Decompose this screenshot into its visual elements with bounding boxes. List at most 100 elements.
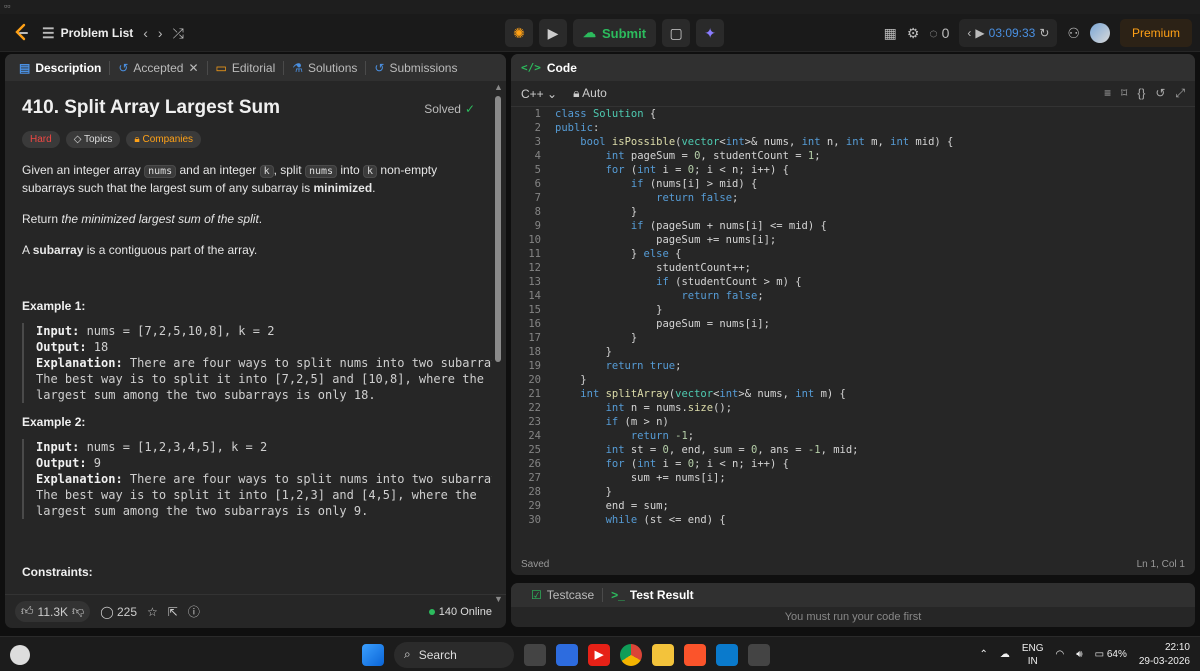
code-line[interactable]: 3 bool isPossible(vector<int>& nums, int… <box>511 135 1195 149</box>
vscode-icon[interactable] <box>716 643 738 666</box>
notes-button[interactable]: ▢ <box>662 19 691 47</box>
debug-button[interactable]: ✺ <box>505 19 533 47</box>
topics-badge[interactable]: ◇ Topics <box>65 131 121 148</box>
problem-list-label: Problem List <box>60 26 134 40</box>
submit-button[interactable]: ☁ Submit <box>573 19 657 47</box>
scroll-up-icon[interactable]: ▲ <box>494 82 503 92</box>
code-line[interactable]: 25 int st = 0, end, sum = 0, ans = -1, m… <box>511 443 1195 457</box>
next-problem-icon[interactable]: › <box>158 25 163 41</box>
comments-button[interactable]: ◯ 225 <box>100 605 137 619</box>
volume-icon[interactable]: 🔊︎ <box>1076 649 1082 660</box>
tab-solutions[interactable]: ⚗ Solutions <box>284 60 367 75</box>
code-line[interactable]: 26 for (int i = 0; i < n; i++) { <box>511 457 1195 471</box>
browser-active-icon[interactable] <box>748 643 770 666</box>
code-line[interactable]: 29 end = sum; <box>511 499 1195 513</box>
language-select[interactable]: C++ ⌄ <box>521 87 557 101</box>
timer[interactable]: ‹ ▶ 03:09:33 ↻ <box>959 19 1058 47</box>
prev-problem-icon[interactable]: ‹ <box>143 25 148 41</box>
star-icon[interactable]: ☆ <box>147 605 158 619</box>
code-line[interactable]: 28 } <box>511 485 1195 499</box>
wifi-icon[interactable]: ◠ <box>1056 649 1065 660</box>
play-icon: ▶ <box>547 24 559 41</box>
play-small-icon: ▶ <box>975 26 985 40</box>
youtube-icon[interactable]: ▶ <box>588 643 610 666</box>
code-line[interactable]: 24 return -1; <box>511 429 1195 443</box>
code-line[interactable]: 17 } <box>511 331 1195 345</box>
tab-accepted[interactable]: ↺ Accepted ✕ <box>110 60 208 75</box>
windows-start-icon[interactable] <box>362 643 384 666</box>
code-line[interactable]: 10 pageSum += nums[i]; <box>511 233 1195 247</box>
code-line[interactable]: 22 int n = nums.size(); <box>511 401 1195 415</box>
streak-counter[interactable]: ◌ 0 <box>929 25 949 41</box>
chevron-up-icon[interactable]: ⌃ <box>979 649 987 660</box>
task-view-icon[interactable] <box>524 643 546 666</box>
problem-title[interactable]: 410. Split Array Largest Sum <box>22 97 280 118</box>
code-line[interactable]: 11 } else { <box>511 247 1195 261</box>
ai-button[interactable]: ✦ <box>696 19 725 47</box>
code-line[interactable]: 2 public: <box>511 121 1195 135</box>
description-scrollbar[interactable]: ▲ ▼ <box>494 82 503 604</box>
code-line[interactable]: 13 if (studentCount > m) { <box>511 275 1195 289</box>
tab-submissions-label: Submissions <box>389 60 458 75</box>
clock[interactable]: 22:10 29-03-2026 <box>1139 641 1190 669</box>
code-line[interactable]: 20 } <box>511 373 1195 387</box>
scrollbar-thumb[interactable] <box>495 96 501 362</box>
code-line[interactable]: 18 } <box>511 345 1195 359</box>
premium-button[interactable]: Premium <box>1119 19 1192 47</box>
code-line[interactable]: 7 return false; <box>511 191 1195 205</box>
tab-submissions[interactable]: ↺ Submissions <box>366 61 465 75</box>
auto-mode[interactable]: 🔒︎ Auto <box>573 86 607 101</box>
avatar[interactable] <box>1089 23 1110 43</box>
code-line[interactable]: 12 studentCount++; <box>511 261 1195 275</box>
shuffle-icon[interactable]: ⤮ <box>173 25 184 42</box>
code-line[interactable]: 6 if (nums[i] > mid) { <box>511 177 1195 191</box>
battery-indicator[interactable]: ▭ 64% <box>1095 649 1127 660</box>
tab-editorial[interactable]: ▭ Editorial <box>208 60 285 75</box>
code-line[interactable]: 21 int splitArray(vector<int>& nums, int… <box>511 387 1195 401</box>
brave-icon[interactable] <box>684 643 706 666</box>
code-line[interactable]: 4 int pageSum = 0, studentCount = 1; <box>511 149 1195 163</box>
thumbs-down-icon[interactable]: 👎︎ <box>72 604 84 619</box>
help-icon[interactable]: ⓘ <box>188 603 200 620</box>
leetcode-logo-icon[interactable] <box>10 22 32 44</box>
code-line[interactable]: 23 if (m > n) <box>511 415 1195 429</box>
companies-badge[interactable]: 🔒︎ Companies <box>126 131 202 148</box>
reset-code-icon[interactable]: ↺ <box>1155 86 1165 101</box>
chrome-icon[interactable] <box>620 643 642 666</box>
bookmark-icon[interactable]: ⌑ <box>1121 86 1127 101</box>
gear-icon[interactable]: ⚙ <box>907 25 920 42</box>
close-icon[interactable]: ✕ <box>188 61 198 75</box>
braces-icon[interactable]: {} <box>1137 86 1145 101</box>
expand-icon[interactable]: ⤢ <box>1175 86 1185 101</box>
tab-test-result[interactable]: >_ Test Result <box>602 588 701 602</box>
code-line[interactable]: 16 pageSum = nums[i]; <box>511 317 1195 331</box>
photos-icon[interactable] <box>556 643 578 666</box>
cloud-icon[interactable]: ☁ <box>1000 649 1010 660</box>
like-button[interactable]: 👍︎ 11.3K 👎︎ <box>15 601 91 622</box>
run-button[interactable]: ▶ <box>539 19 567 47</box>
code-line[interactable]: 27 sum += nums[i]; <box>511 471 1195 485</box>
line-number: 25 <box>528 444 541 456</box>
share-icon[interactable]: ⇱ <box>168 605 178 619</box>
code-line[interactable]: 15 } <box>511 303 1195 317</box>
tab-description[interactable]: ▤ Description <box>11 60 111 75</box>
code-line[interactable]: 8 } <box>511 205 1195 219</box>
layout-icon[interactable]: ▦ <box>884 25 897 42</box>
format-icon[interactable]: ≡ <box>1104 86 1111 101</box>
code-editor[interactable]: 1 class Solution {2 public: 3 bool isPossib… <box>511 107 1195 553</box>
code-line[interactable]: 30 while (st <= end) { <box>511 513 1195 527</box>
problem-list-button[interactable]: ☰ Problem List <box>42 25 133 42</box>
tab-description-label: Description <box>35 60 102 75</box>
taskbar-search[interactable]: ⌕ Search <box>394 641 514 668</box>
code-line[interactable]: 19 return true; <box>511 359 1195 373</box>
code-line[interactable]: 9 if (pageSum + nums[i] <= mid) { <box>511 219 1195 233</box>
tab-testcase[interactable]: ☑ Testcase <box>523 588 602 602</box>
weather-icon[interactable] <box>10 645 30 665</box>
language-indicator[interactable]: ENG IN <box>1022 642 1044 668</box>
file-explorer-icon[interactable] <box>652 643 674 666</box>
add-friend-icon[interactable]: ⚇ <box>1067 25 1080 42</box>
code-line[interactable]: 5 for (int i = 0; i < n; i++) { <box>511 163 1195 177</box>
chevron-left-icon: ‹ <box>967 26 972 40</box>
code-line[interactable]: 1 class Solution { <box>511 107 1195 121</box>
code-line[interactable]: 14 return false; <box>511 289 1195 303</box>
